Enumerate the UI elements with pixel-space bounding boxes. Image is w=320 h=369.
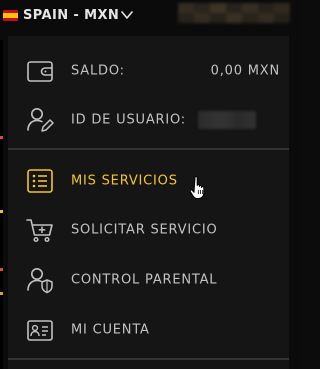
edge-mark — [0, 268, 3, 271]
hand-cursor-icon — [190, 176, 205, 199]
divider — [8, 148, 289, 150]
blurred-username[interactable] — [178, 3, 290, 23]
region-currency-selector[interactable]: SPAIN - MXN — [23, 8, 119, 24]
top-bar: SPAIN - MXN — [0, 0, 297, 34]
background-page-edge — [0, 40, 3, 369]
menu-item-solicitar-servicio[interactable]: SOLICITAR SERVICIO — [8, 210, 289, 250]
spain-flag-icon — [3, 10, 18, 21]
account-dropdown-screen: SPAIN - MXN SALDO: 0,00 MXN ID DE USUARI… — [0, 0, 297, 369]
balance-value: 0,00 MXN — [210, 63, 280, 79]
menu-item-label: MI CUENTA — [71, 322, 150, 338]
menu-item-label: CONTROL PARENTAL — [71, 272, 218, 288]
chevron-down-icon[interactable] — [120, 9, 134, 21]
menu-item-label: SOLICITAR SERVICIO — [71, 222, 218, 238]
balance-row: SALDO: 0,00 MXN — [8, 51, 289, 91]
user-id-row: ID DE USUARIO: — [8, 100, 289, 140]
menu-item-mi-cuenta[interactable]: MI CUENTA — [8, 310, 289, 350]
list-icon — [25, 166, 55, 196]
edge-mark — [0, 210, 3, 213]
divider — [8, 358, 289, 360]
edge-mark — [0, 136, 3, 139]
menu-item-mis-servicios[interactable]: MIS SERVICIOS — [8, 161, 289, 201]
menu-item-label: MIS SERVICIOS — [71, 173, 178, 189]
user-shield-icon — [25, 265, 55, 295]
edge-mark — [0, 292, 3, 295]
user-id-label: ID DE USUARIO: — [71, 112, 186, 128]
blurred-user-id — [198, 111, 256, 129]
wallet-icon — [25, 56, 55, 86]
balance-label: SALDO: — [71, 63, 125, 79]
account-dropdown-panel: SALDO: 0,00 MXN ID DE USUARIO: MIS SERVI… — [8, 36, 289, 369]
user-edit-icon — [25, 105, 55, 135]
id-card-icon — [25, 315, 55, 345]
menu-item-control-parental[interactable]: CONTROL PARENTAL — [8, 260, 289, 300]
cart-add-icon — [25, 215, 55, 245]
